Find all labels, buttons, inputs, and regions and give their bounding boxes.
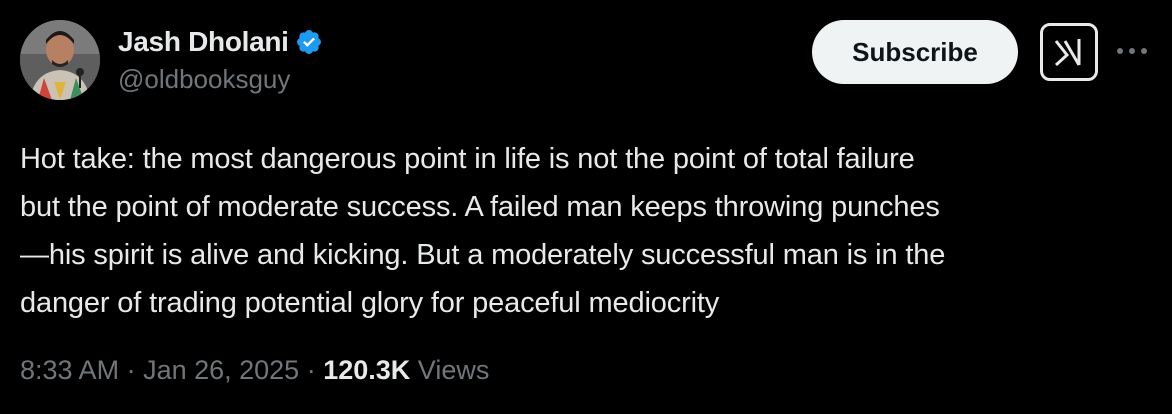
more-options-button[interactable] (1114, 36, 1150, 66)
subscribe-button[interactable]: Subscribe (812, 20, 1018, 84)
grok-icon (1054, 39, 1081, 67)
views-count[interactable]: 120.3K (323, 355, 410, 386)
tweet-meta: 8:33 AM · Jan 26, 2025 · 120.3K Views (20, 355, 489, 386)
tweet-text: Hot take: the most dangerous point in li… (20, 143, 946, 319)
tweet-card: Jash Dholani @oldbooksguy Subscribe Hot … (0, 0, 1172, 414)
meta-spacer (410, 355, 418, 386)
grok-button[interactable] (1040, 23, 1098, 81)
avatar[interactable] (20, 20, 100, 100)
more-icon (1117, 48, 1147, 54)
meta-separator: · (119, 355, 144, 385)
meta-separator: · (299, 355, 324, 385)
views-label[interactable]: Views (418, 355, 490, 386)
author-display-name[interactable]: Jash Dholani (118, 26, 289, 58)
avatar-image (20, 20, 100, 100)
author-handle[interactable]: @oldbooksguy (118, 64, 290, 95)
tweet-date[interactable]: Jan 26, 2025 (143, 355, 299, 386)
author-name-row: Jash Dholani (118, 24, 323, 60)
verified-badge-icon (295, 28, 323, 56)
tweet-time[interactable]: 8:33 AM (20, 355, 119, 386)
